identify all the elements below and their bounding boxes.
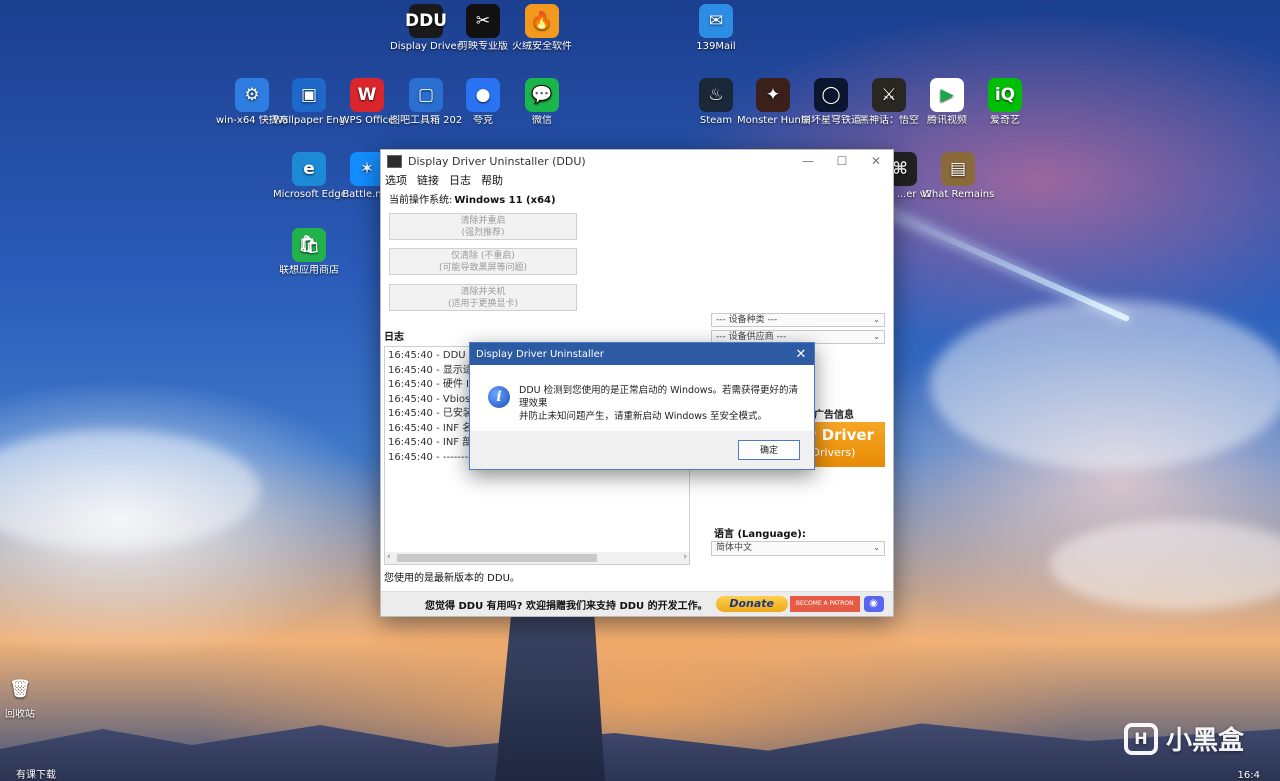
- os-value: Windows 11 (x64): [454, 195, 556, 206]
- dialog-titlebar[interactable]: Display Driver Uninstaller ✕: [470, 343, 814, 365]
- wallpaper-icon: ▣: [292, 78, 326, 112]
- menu-log[interactable]: 日志: [449, 172, 471, 188]
- game-icon: ✦: [756, 78, 790, 112]
- language-select[interactable]: 简体中文 ⌄: [711, 541, 885, 556]
- ddu-app-icon: [387, 154, 402, 168]
- maximize-button[interactable]: ☐: [825, 154, 859, 168]
- chevron-right-icon[interactable]: ›: [683, 552, 687, 562]
- battlenet-icon: ✶: [350, 152, 384, 186]
- quark-icon: ●: [466, 78, 500, 112]
- toolbox-icon: ▢: [409, 78, 443, 112]
- clean-only-label: 仅清除 (不重启): [451, 251, 515, 261]
- wps-icon: W: [350, 78, 384, 112]
- clean-only-note: (可能导致黑屏等问题): [438, 263, 528, 273]
- taskbar-clock[interactable]: 16:4: [1238, 770, 1260, 781]
- menu-links[interactable]: 链接: [417, 172, 439, 188]
- chevron-left-icon[interactable]: ‹: [387, 552, 391, 562]
- game-icon: ▤: [941, 152, 975, 186]
- language-value: 简体中文: [716, 543, 753, 553]
- desktop-icon-label: 爱奇艺: [990, 115, 1020, 126]
- dialog-message-line: DDU 检测到您使用的是正常启动的 Windows。若需获得更好的清理效果: [519, 385, 799, 409]
- menubar: 选项 链接 日志 帮助: [381, 172, 893, 188]
- support-message: 您觉得 DDU 有用吗? 欢迎捐赠我们来支持 DDU 的开发工作。: [425, 600, 708, 612]
- discord-icon[interactable]: ◉: [863, 596, 884, 612]
- dialog-title: Display Driver Uninstaller: [476, 348, 604, 360]
- wechat-icon: 💬: [525, 78, 559, 112]
- window-title: Display Driver Uninstaller (DDU): [408, 154, 586, 168]
- clean-restart-label: 清除并重启: [460, 216, 506, 226]
- heybox-watermark: H 小黑盒: [1123, 720, 1244, 757]
- donate-button[interactable]: Donate: [715, 596, 788, 612]
- menu-options[interactable]: 选项: [385, 172, 407, 188]
- menu-help[interactable]: 帮助: [481, 172, 503, 188]
- clean-shutdown-button[interactable]: 清除并关机 (适用于更换显卡): [389, 284, 577, 311]
- game-icon: ◯: [814, 78, 848, 112]
- chevron-down-icon: ⌄: [873, 332, 880, 341]
- desktop-icon-label: 联想应用商店: [279, 265, 339, 276]
- close-button[interactable]: ✕: [859, 154, 893, 168]
- store-icon: 🛍: [292, 228, 326, 262]
- desktop-icon-label: 火绒安全软件: [512, 41, 572, 52]
- cloud: [930, 300, 1280, 470]
- device-type-select[interactable]: --- 设备种类 --- ⌄: [711, 313, 885, 327]
- edge-icon: e: [292, 152, 326, 186]
- clean-shutdown-label: 清除并关机: [460, 287, 506, 297]
- capcut-icon: ✂: [466, 4, 500, 38]
- character-figure: [495, 610, 605, 781]
- mail-icon: ✉: [699, 4, 733, 38]
- recycle-bin[interactable]: 🗑 回收站: [0, 672, 56, 721]
- ok-button[interactable]: 确定: [738, 440, 800, 460]
- chevron-down-icon: ⌄: [873, 543, 880, 552]
- desktop-icon[interactable]: 🔥 火绒安全软件: [506, 4, 578, 53]
- dialog-message: DDU 检测到您使用的是正常启动的 Windows。若需获得更好的清理效果 并防…: [519, 384, 804, 423]
- clean-only-button[interactable]: 仅清除 (不重启) (可能导致黑屏等问题): [389, 248, 577, 275]
- dialog-close-icon[interactable]: ✕: [788, 347, 814, 362]
- ddu-titlebar[interactable]: Display Driver Uninstaller (DDU) — ☐ ✕: [381, 150, 893, 172]
- desktop-icon[interactable]: iQ 爱奇艺: [969, 78, 1041, 127]
- cloud: [1050, 520, 1280, 610]
- clean-shutdown-note: (适用于更换显卡): [447, 299, 519, 309]
- scrollbar-thumb[interactable]: [397, 554, 597, 562]
- device-vendor-value: --- 设备供应商 ---: [716, 332, 787, 342]
- desktop-icon-label: What Remains: [922, 189, 994, 200]
- clean-restart-button[interactable]: 清除并重启 (强烈推荐): [389, 213, 577, 240]
- log-label: 日志: [384, 332, 404, 343]
- mountains: [0, 723, 1280, 781]
- os-info: 当前操作系统: Windows 11 (x64): [389, 191, 556, 206]
- iqiyi-icon: iQ: [988, 78, 1022, 112]
- desktop-icon[interactable]: ▤ What Remains: [922, 152, 994, 201]
- dialog-footer: 确定: [470, 431, 814, 469]
- support-bar: 您觉得 DDU 有用吗? 欢迎捐赠我们来支持 DDU 的开发工作。 Donate…: [381, 591, 893, 616]
- language-label: 语言 (Language):: [714, 529, 806, 540]
- desktop-icon-label: 微信: [532, 115, 552, 126]
- ad-label: 广告信息: [814, 410, 854, 421]
- taskbar-peek-left[interactable]: 有课下载: [0, 766, 56, 781]
- watermark-text: 小黑盒: [1165, 726, 1244, 756]
- os-label: 当前操作系统:: [389, 195, 453, 206]
- desktop-icon[interactable]: ✉ 139Mail: [680, 4, 752, 53]
- info-icon: i: [488, 386, 510, 408]
- shield-icon: 🔥: [525, 4, 559, 38]
- recycle-bin-label: 回收站: [5, 709, 35, 720]
- chevron-down-icon: ⌄: [873, 315, 880, 324]
- desktop-icon[interactable]: 💬 微信: [506, 78, 578, 127]
- video-icon: ▶: [930, 78, 964, 112]
- game-icon: ⚔: [872, 78, 906, 112]
- log-horizontal-scrollbar[interactable]: ‹ ›: [385, 552, 689, 564]
- gear-icon: ⚙: [235, 78, 269, 112]
- status-text: 您使用的是最新版本的 DDU。: [384, 573, 520, 584]
- steam-icon: ♨: [699, 78, 733, 112]
- dialog-message-line: 并防止未知问题产生，请重新启动 Windows 至安全模式。: [519, 411, 767, 422]
- ddu-icon: DDU: [405, 4, 447, 38]
- desktop-icon[interactable]: 🛍 联想应用商店: [273, 228, 345, 277]
- cloud: [0, 430, 260, 550]
- clean-restart-note: (强烈推荐): [461, 228, 505, 238]
- minimize-button[interactable]: —: [791, 154, 825, 168]
- patreon-button[interactable]: BECOME A PATRON: [789, 596, 860, 612]
- device-type-value: --- 设备种类 ---: [716, 315, 778, 325]
- heybox-logo-icon: H: [1123, 722, 1158, 755]
- recycle-bin-icon: 🗑: [9, 679, 31, 699]
- ddu-alert-dialog: Display Driver Uninstaller ✕ i DDU 检测到您使…: [469, 342, 815, 470]
- desktop-icon-label: 139Mail: [696, 41, 736, 52]
